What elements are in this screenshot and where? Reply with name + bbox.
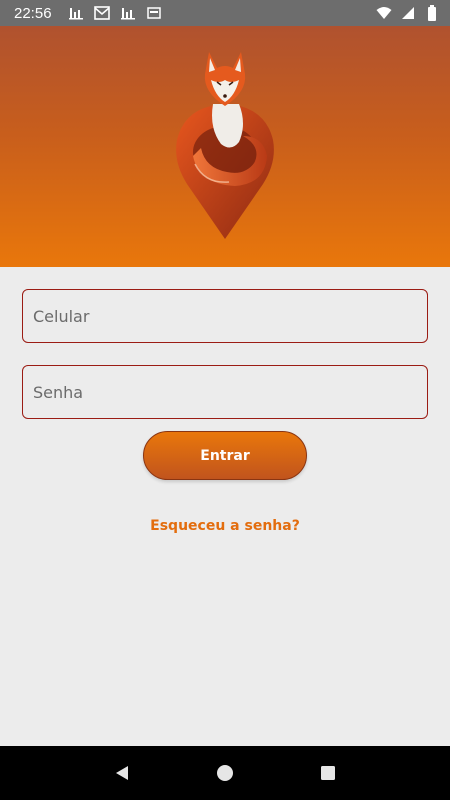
password-field[interactable]: [22, 365, 428, 419]
enter-button[interactable]: Entrar: [143, 431, 307, 480]
phone-input[interactable]: [33, 290, 427, 342]
password-input[interactable]: [33, 366, 427, 418]
home-icon[interactable]: [205, 753, 245, 793]
status-right: [376, 5, 440, 21]
battery-icon: [424, 5, 440, 21]
system-nav-bar: [0, 746, 450, 800]
signal-bars-icon: [120, 5, 136, 21]
status-time: 22:56: [14, 4, 52, 22]
signal-bars-icon: [68, 5, 84, 21]
mail-icon: [93, 5, 110, 21]
wifi-icon: [376, 5, 392, 21]
status-bar: 22:56: [0, 0, 450, 26]
back-icon[interactable]: [102, 753, 142, 793]
forgot-password-link[interactable]: Esqueceu a senha?: [0, 518, 450, 534]
recents-icon[interactable]: [308, 753, 348, 793]
phone-field[interactable]: [22, 289, 428, 343]
card-icon: [146, 5, 162, 21]
header-banner: [0, 26, 450, 267]
status-left: 22:56: [14, 5, 162, 22]
fox-location-pin-logo: [176, 51, 274, 239]
cell-signal-icon: [400, 5, 416, 21]
